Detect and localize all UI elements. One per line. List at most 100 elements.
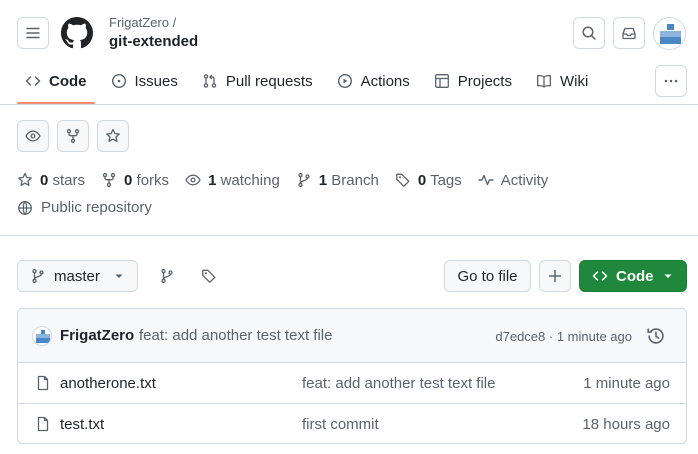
watching-label: watching xyxy=(220,171,280,189)
tab-label: Issues xyxy=(134,72,178,90)
github-logo-icon[interactable] xyxy=(61,17,93,49)
tab-wiki[interactable]: Wiki xyxy=(528,62,596,100)
commit-hash-time[interactable]: d7edce8 · 1 minute ago xyxy=(495,329,632,344)
tab-projects[interactable]: Projects xyxy=(426,62,520,100)
tags-link[interactable]: 0 Tags xyxy=(395,170,462,190)
inbox-icon xyxy=(622,27,636,40)
fork-icon xyxy=(66,129,80,143)
tab-label: Code xyxy=(49,72,87,90)
fork-icon xyxy=(102,173,116,187)
search-button[interactable] xyxy=(573,17,605,49)
branch-label: Branch xyxy=(331,171,379,189)
star-icon xyxy=(18,172,32,186)
repo-stats: 0 stars 0 forks 1 watching 1 Branch 0 Ta… xyxy=(17,170,564,190)
file-name-link[interactable]: test.txt xyxy=(60,416,104,433)
branch-icon xyxy=(32,269,44,283)
tab-label: Actions xyxy=(360,72,410,90)
plus-icon xyxy=(548,269,562,283)
tab-label: Projects xyxy=(457,72,512,90)
section-divider xyxy=(0,235,698,236)
branches-button[interactable] xyxy=(158,267,176,285)
identicon-icon xyxy=(660,24,681,44)
forks-label: forks xyxy=(136,171,170,189)
user-avatar[interactable] xyxy=(653,17,686,50)
code-button-label: Code xyxy=(616,267,654,285)
forks-link[interactable]: 0 forks xyxy=(101,170,169,190)
visibility-indicator: Public repository xyxy=(17,199,152,216)
more-tabs-button[interactable] xyxy=(655,65,687,97)
watching-link[interactable]: 1 watching xyxy=(185,170,280,190)
file-row: test.txt first commit 18 hours ago xyxy=(18,404,686,443)
stars-count: 0 xyxy=(40,171,49,189)
pulse-icon xyxy=(478,174,494,186)
star-icon xyxy=(106,128,120,142)
activity-label: Activity xyxy=(500,171,549,189)
commit-author[interactable]: FrigatZero xyxy=(60,327,134,344)
repo-header: FrigatZero / git-extended Code Issues Pu… xyxy=(0,0,698,105)
tab-issues[interactable]: Issues xyxy=(103,62,186,100)
file-row: anotherone.txt feat: add another test te… xyxy=(18,363,686,404)
eye-icon xyxy=(25,130,41,142)
file-commit-time: 18 hours ago xyxy=(582,416,670,433)
repo-name-link[interactable]: git-extended xyxy=(109,33,198,50)
tab-pull-requests[interactable]: Pull requests xyxy=(194,62,321,100)
add-file-button[interactable] xyxy=(539,260,571,292)
fork-button[interactable] xyxy=(57,120,89,152)
tags-count: 0 xyxy=(417,171,427,189)
branches-link[interactable]: 1 Branch xyxy=(296,170,379,190)
tab-label: Pull requests xyxy=(225,72,313,90)
tab-code[interactable]: Code xyxy=(17,62,95,104)
file-commit-time: 1 minute ago xyxy=(583,375,670,392)
watching-count: 1 xyxy=(208,171,217,189)
inbox-button[interactable] xyxy=(613,17,645,49)
history-icon[interactable] xyxy=(646,326,666,346)
caret-down-icon xyxy=(115,274,123,278)
tab-actions[interactable]: Actions xyxy=(329,62,418,100)
commit-author-avatar[interactable] xyxy=(32,326,52,346)
eye-icon xyxy=(185,174,201,186)
globe-icon xyxy=(18,200,32,215)
identicon-icon xyxy=(36,330,50,343)
watch-button[interactable] xyxy=(17,120,49,152)
book-icon xyxy=(537,74,551,88)
table-icon xyxy=(434,74,449,88)
branch-count: 1 xyxy=(318,171,328,189)
kebab-horizontal-icon xyxy=(664,79,678,83)
tags-label: Tags xyxy=(430,171,462,189)
caret-down-icon xyxy=(664,274,672,278)
latest-commit-row: FrigatZero feat: add another test text f… xyxy=(18,309,686,363)
branch-icon xyxy=(298,173,310,187)
go-to-file-button[interactable]: Go to file xyxy=(444,260,531,292)
file-icon xyxy=(37,416,49,432)
file-icon xyxy=(37,375,49,391)
search-icon xyxy=(582,26,596,40)
play-icon xyxy=(337,73,352,89)
tag-icon xyxy=(395,173,410,187)
tags-button[interactable] xyxy=(200,267,218,285)
file-browser: FrigatZero feat: add another test text f… xyxy=(17,308,687,444)
code-dropdown-button[interactable]: Code xyxy=(579,260,687,292)
pull-request-icon xyxy=(203,74,217,88)
star-button[interactable] xyxy=(97,120,129,152)
visibility-label: Public repository xyxy=(41,199,152,216)
tag-icon xyxy=(202,269,216,283)
repo-tabs: Code Issues Pull requests Actions Projec… xyxy=(17,62,604,104)
code-icon xyxy=(592,271,608,281)
file-name-link[interactable]: anotherone.txt xyxy=(60,375,156,392)
issue-icon xyxy=(111,73,126,89)
repo-owner-link[interactable]: FrigatZero / xyxy=(109,15,176,30)
hamburger-menu-button[interactable] xyxy=(17,17,49,49)
branch-name: master xyxy=(54,267,100,285)
branch-selector[interactable]: master xyxy=(17,260,138,292)
forks-count: 0 xyxy=(124,171,133,189)
commit-message[interactable]: feat: add another test text file xyxy=(139,327,332,344)
code-icon xyxy=(25,76,41,86)
stars-label: stars xyxy=(52,171,86,189)
stars-link[interactable]: 0 stars xyxy=(17,170,85,190)
file-commit-message[interactable]: first commit xyxy=(302,416,379,433)
tab-label: Wiki xyxy=(559,72,589,90)
hamburger-icon xyxy=(26,27,40,39)
branch-icon xyxy=(161,269,173,283)
activity-link[interactable]: Activity xyxy=(478,170,549,190)
file-commit-message[interactable]: feat: add another test text file xyxy=(302,375,495,392)
